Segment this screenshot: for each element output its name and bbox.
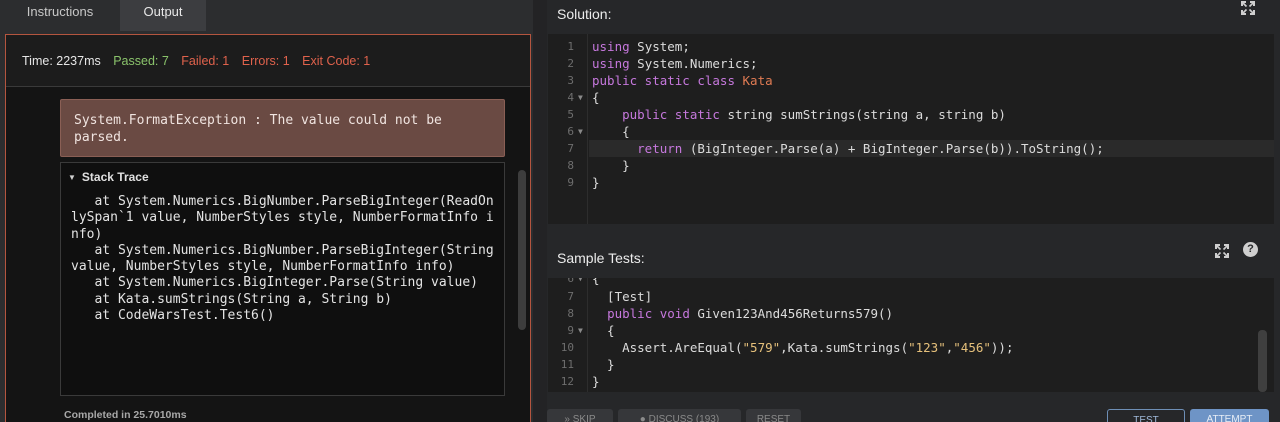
help-icon[interactable]: ?	[1243, 242, 1258, 257]
test-button[interactable]: TEST	[1107, 409, 1185, 422]
attempt-button[interactable]: ATTEMPT	[1190, 409, 1269, 422]
panel-divider[interactable]	[533, 0, 547, 422]
expand-icon[interactable]	[1215, 244, 1229, 258]
code-line: 10 Assert.AreEqual("579",Kata.sumStrings…	[560, 340, 1014, 355]
code-line: 12}	[560, 374, 600, 389]
tab-instructions[interactable]: Instructions	[0, 0, 120, 31]
error-message: System.FormatException : The value could…	[60, 99, 505, 157]
code-line: 9}	[567, 175, 600, 190]
test-results: System.FormatException : The value could…	[6, 88, 530, 422]
expand-icon[interactable]	[1241, 1, 1255, 15]
fold-arrow-icon[interactable]: ▼	[578, 322, 583, 339]
output-scrollbar[interactable]	[518, 170, 526, 330]
stack-trace-text: at System.Numerics.BigNumber.ParseBigInt…	[71, 194, 494, 324]
code-line: 9 ▼ {	[567, 322, 615, 339]
code-line-active: 7 return (BigInteger.Parse(a) + BigInteg…	[567, 140, 1274, 157]
time-stat: Time: 2237ms	[22, 54, 101, 68]
left-panel: Instructions Output Time: 2237ms Passed:…	[0, 0, 533, 422]
exit-code-stat: Exit Code: 1	[302, 54, 371, 68]
tab-output[interactable]: Output	[120, 0, 206, 31]
code-line: 6 ▼{	[548, 278, 1274, 287]
reset-button[interactable]: RESET	[746, 409, 801, 422]
code-line: 4 ▼{	[567, 89, 600, 106]
stack-trace-toggle[interactable]: ▼ Stack Trace	[68, 170, 149, 184]
solution-title: Solution:	[557, 6, 612, 22]
code-line: 3 public static class Kata	[567, 73, 773, 88]
code-line: 8 }	[567, 158, 630, 173]
tests-scrollbar[interactable]	[1258, 330, 1267, 392]
completed-time: Completed in 25.7010ms	[64, 409, 187, 421]
fold-arrow-icon[interactable]: ▼	[578, 89, 583, 106]
code-line: 6 ▼ {	[567, 123, 630, 140]
sample-tests-title: Sample Tests:	[557, 250, 645, 266]
stack-trace-panel: ▼ Stack Trace at System.Numerics.BigNumbe…	[60, 162, 505, 396]
failed-stat: Failed: 1	[181, 54, 230, 68]
code-line: 5 public static string sumStrings(string…	[567, 107, 1006, 122]
solution-editor[interactable]: 1 using System; 2 using System.Numerics; 3…	[548, 34, 1274, 224]
output-panel: Time: 2237ms Passed: 7 Failed: 1 Errors:…	[5, 34, 531, 422]
errors-stat: Errors: 1	[241, 54, 290, 68]
stack-trace-label: Stack Trace	[81, 170, 149, 184]
caret-down-icon: ▼	[68, 173, 76, 182]
comment-icon: ●	[639, 414, 649, 422]
code-line: 11 }	[560, 357, 615, 372]
skip-icon: »	[564, 414, 573, 422]
fold-arrow-icon[interactable]: ▼	[578, 278, 583, 287]
test-summary: Time: 2237ms Passed: 7 Failed: 1 Errors:…	[6, 35, 530, 87]
discuss-button[interactable]: ● DISCUSS (193)	[618, 409, 741, 422]
right-panel: Solution: 1 using System; 2 using System.N…	[547, 0, 1280, 422]
code-line: 2 using System.Numerics;	[567, 56, 758, 71]
sample-tests-editor[interactable]: 6 ▼{ 7 [Test] 8 public void Given123And45…	[548, 278, 1274, 392]
code-line: 8 public void Given123And456Returns579()	[567, 306, 894, 321]
skip-button[interactable]: » SKIP	[547, 409, 613, 422]
fold-arrow-icon[interactable]: ▼	[578, 123, 583, 140]
code-line: 1 using System;	[567, 39, 690, 54]
passed-stat: Passed: 7	[113, 54, 169, 68]
tab-bar: Instructions Output	[0, 0, 533, 31]
code-line: 7 [Test]	[567, 289, 653, 304]
